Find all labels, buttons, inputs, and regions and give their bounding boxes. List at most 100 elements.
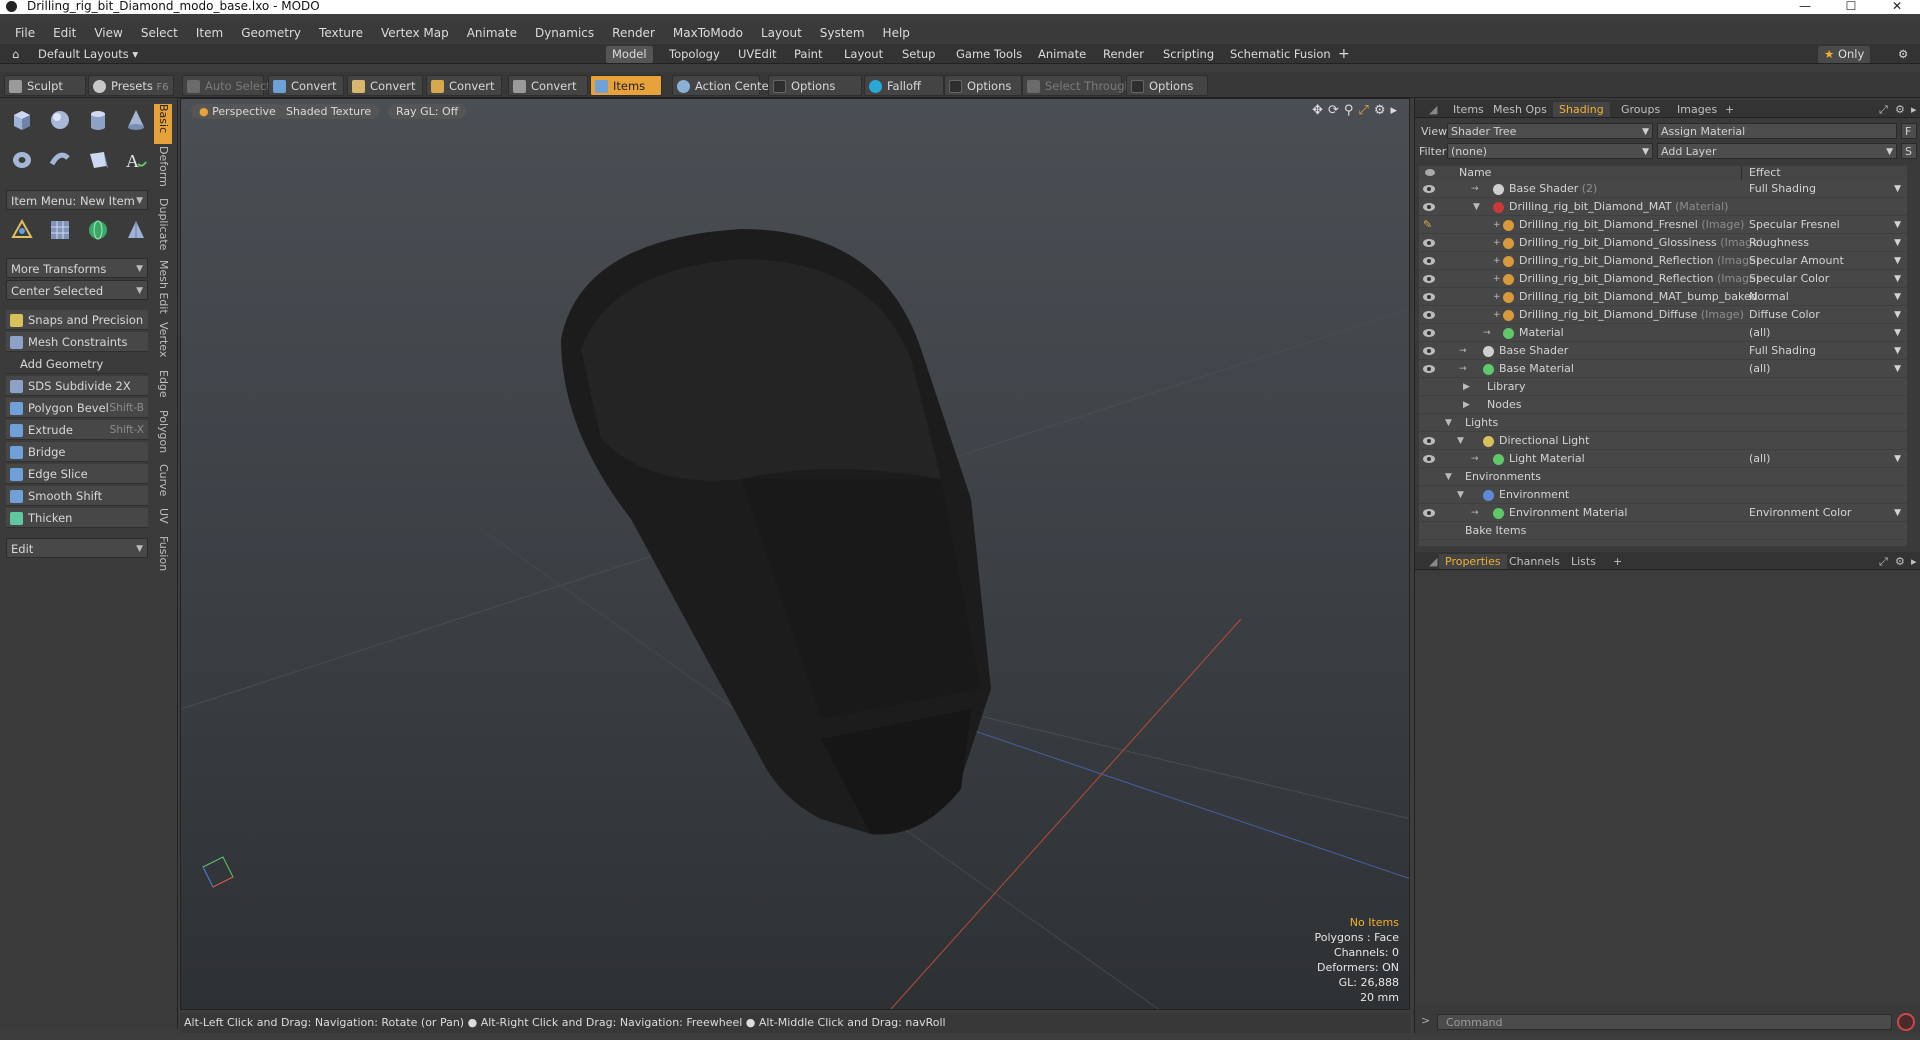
tab-images[interactable]: Images bbox=[1671, 102, 1723, 117]
view-dropdown[interactable]: Shader Tree ▼ bbox=[1447, 123, 1653, 139]
eye-icon[interactable] bbox=[1423, 311, 1435, 319]
tree-row-effect[interactable]: Environment Color bbox=[1749, 504, 1851, 522]
polygon-bevel-button[interactable]: Polygon Bevel Shift-B bbox=[6, 398, 148, 418]
tree-row[interactable]: ▶ Nodes bbox=[1419, 396, 1907, 414]
chevron-down-icon[interactable]: ▼ bbox=[1894, 252, 1901, 270]
tree-row[interactable]: → Base Shader Full Shading ▼ bbox=[1419, 342, 1907, 360]
tree-row[interactable]: → Material (all) ▼ bbox=[1419, 324, 1907, 342]
shaded-texture-button[interactable]: Shaded Texture bbox=[278, 104, 380, 119]
tree-row[interactable]: + Drilling_rig_bit_Diamond_MAT_bump_baked… bbox=[1419, 288, 1907, 306]
tree-row[interactable]: ▶ Library bbox=[1419, 378, 1907, 396]
vtab-duplicate[interactable]: Duplicate bbox=[154, 198, 172, 258]
tab-mesh-ops[interactable]: Mesh Ops bbox=[1487, 102, 1553, 117]
tab-topology[interactable]: Topology bbox=[663, 46, 726, 63]
tree-row[interactable]: → Environment Material Environment Color ▼ bbox=[1419, 504, 1907, 522]
tree-row[interactable]: Bake Items bbox=[1419, 522, 1907, 540]
chevron-down-icon[interactable]: ▼ bbox=[1894, 216, 1901, 234]
vtab-vertex[interactable]: Vertex bbox=[154, 322, 172, 368]
panel-menu-icon[interactable]: ◢ bbox=[1423, 102, 1443, 117]
cylinder-icon[interactable] bbox=[82, 104, 114, 136]
convert-materials-button[interactable]: Convert bbox=[508, 75, 588, 96]
eye-icon[interactable] bbox=[1423, 509, 1435, 517]
menu-help[interactable]: Help bbox=[874, 26, 919, 40]
add-panel-tab[interactable]: + bbox=[1719, 102, 1740, 117]
tab-animate[interactable]: Animate bbox=[1032, 46, 1092, 63]
assign-material-button[interactable]: Assign Material bbox=[1657, 123, 1897, 139]
tree-row[interactable]: + Drilling_rig_bit_Diamond_Glossiness (Im… bbox=[1419, 234, 1907, 252]
column-effect[interactable]: Effect bbox=[1749, 166, 1781, 180]
expand-arrow-icon[interactable]: ▼ bbox=[1457, 432, 1464, 450]
expand-plus-icon[interactable]: + bbox=[1493, 252, 1501, 270]
add-layer-dropdown[interactable]: Add Layer ▼ bbox=[1657, 143, 1897, 159]
menu-system[interactable]: System bbox=[811, 26, 874, 40]
options-button-2[interactable]: Options bbox=[944, 75, 1022, 96]
tab-schematic-fusion[interactable]: Schematic Fusion bbox=[1224, 46, 1337, 63]
add-tab-button[interactable]: + bbox=[1332, 46, 1356, 63]
chevron-down-icon[interactable]: ▼ bbox=[1894, 324, 1901, 342]
tree-row[interactable]: ▼ Drilling_rig_bit_Diamond_MAT (Material) bbox=[1419, 198, 1907, 216]
tab-setup[interactable]: Setup bbox=[896, 46, 941, 63]
tree-row[interactable]: + Drilling_rig_bit_Diamond_Reflection (Im… bbox=[1419, 270, 1907, 288]
default-layouts-dropdown[interactable]: Default Layouts ▾ bbox=[32, 46, 144, 63]
tree-row[interactable]: ✎ + Drilling_rig_bit_Diamond_Fresnel (Imag… bbox=[1419, 216, 1907, 234]
tree-row-effect[interactable]: Full Shading bbox=[1749, 342, 1816, 360]
torus-icon[interactable] bbox=[6, 144, 38, 176]
menu-file[interactable]: File bbox=[6, 26, 44, 40]
chevron-down-icon[interactable]: ▼ bbox=[1894, 288, 1901, 306]
pan-icon[interactable]: ✥ bbox=[1312, 103, 1323, 118]
center-selected-dropdown[interactable]: Center Selected ▼ bbox=[6, 280, 148, 300]
pyramid-icon[interactable] bbox=[120, 214, 152, 246]
sculpt-button[interactable]: Sculpt bbox=[4, 75, 86, 96]
chevron-down-icon[interactable]: ▼ bbox=[1894, 234, 1901, 252]
viewport-gear-icon[interactable]: ⚙ bbox=[1374, 103, 1386, 118]
tab-layout[interactable]: Layout bbox=[838, 46, 889, 63]
panel-more-icon[interactable]: ▸ bbox=[1905, 554, 1920, 569]
expand-plus-icon[interactable]: + bbox=[1493, 216, 1501, 234]
menu-item[interactable]: Item bbox=[187, 26, 232, 40]
zoom-icon[interactable]: ⚲ bbox=[1344, 103, 1354, 118]
maximize-button[interactable]: ☐ bbox=[1828, 0, 1874, 14]
tab-lists[interactable]: Lists bbox=[1565, 554, 1602, 569]
presets-button[interactable]: Presets F6 bbox=[88, 75, 174, 96]
add-geometry-header[interactable]: Add Geometry bbox=[6, 354, 148, 374]
tab-groups[interactable]: Groups bbox=[1615, 102, 1666, 117]
tree-row[interactable]: ▼ Lights bbox=[1419, 414, 1907, 432]
sds-subdivide-button[interactable]: SDS Subdivide 2X bbox=[6, 376, 148, 396]
globe-icon[interactable] bbox=[82, 214, 114, 246]
bridge-button[interactable]: Bridge bbox=[6, 442, 148, 462]
eye-icon[interactable] bbox=[1423, 239, 1435, 247]
chevron-down-icon[interactable]: ▼ bbox=[1894, 450, 1901, 468]
chevron-down-icon[interactable]: ▼ bbox=[1894, 504, 1901, 522]
3d-viewport[interactable]: ● Perspective Shaded Texture Ray GL: Off… bbox=[180, 98, 1410, 1010]
expand-arrow-icon[interactable]: ▶ bbox=[1463, 396, 1470, 414]
tree-row-effect[interactable]: Specular Fresnel bbox=[1749, 216, 1840, 234]
viewport-menu-icon[interactable]: ▸ bbox=[1390, 103, 1397, 118]
tree-row-effect[interactable]: (all) bbox=[1749, 360, 1770, 378]
tab-scripting[interactable]: Scripting bbox=[1157, 46, 1220, 63]
layout-home-icon[interactable]: ⌂ bbox=[6, 46, 25, 63]
chevron-down-icon[interactable]: ▼ bbox=[1894, 270, 1901, 288]
tree-row-effect[interactable]: Full Shading bbox=[1749, 180, 1816, 198]
minimize-button[interactable]: — bbox=[1782, 0, 1828, 14]
vtab-deform[interactable]: Deform bbox=[154, 146, 172, 196]
menu-texture[interactable]: Texture bbox=[310, 26, 372, 40]
tab-uvedit[interactable]: UVEdit bbox=[732, 46, 783, 63]
panel-more-icon[interactable]: ▸ bbox=[1905, 102, 1920, 117]
menu-geometry[interactable]: Geometry bbox=[232, 26, 310, 40]
rotate-icon[interactable]: ⟳ bbox=[1328, 103, 1339, 118]
tree-row[interactable]: + Drilling_rig_bit_Diamond_Diffuse (Image… bbox=[1419, 306, 1907, 324]
eye-icon[interactable] bbox=[1423, 203, 1435, 211]
eye-icon[interactable] bbox=[1423, 275, 1435, 283]
grid-icon[interactable] bbox=[44, 214, 76, 246]
cone-icon[interactable] bbox=[120, 104, 152, 136]
expand-arrow-icon[interactable]: ▼ bbox=[1445, 468, 1452, 486]
tree-row-effect[interactable]: Specular Amount bbox=[1749, 252, 1844, 270]
tab-items[interactable]: Items bbox=[1447, 102, 1490, 117]
expand-plus-icon[interactable]: + bbox=[1493, 306, 1501, 324]
tree-row[interactable]: ▼ Directional Light bbox=[1419, 432, 1907, 450]
chevron-down-icon[interactable]: ▼ bbox=[1894, 180, 1901, 198]
tube-icon[interactable] bbox=[44, 144, 76, 176]
menu-edit[interactable]: Edit bbox=[44, 26, 85, 40]
convert-vertices-button[interactable]: Convert bbox=[268, 75, 344, 96]
fit-icon[interactable]: ⤢ bbox=[1358, 103, 1368, 118]
